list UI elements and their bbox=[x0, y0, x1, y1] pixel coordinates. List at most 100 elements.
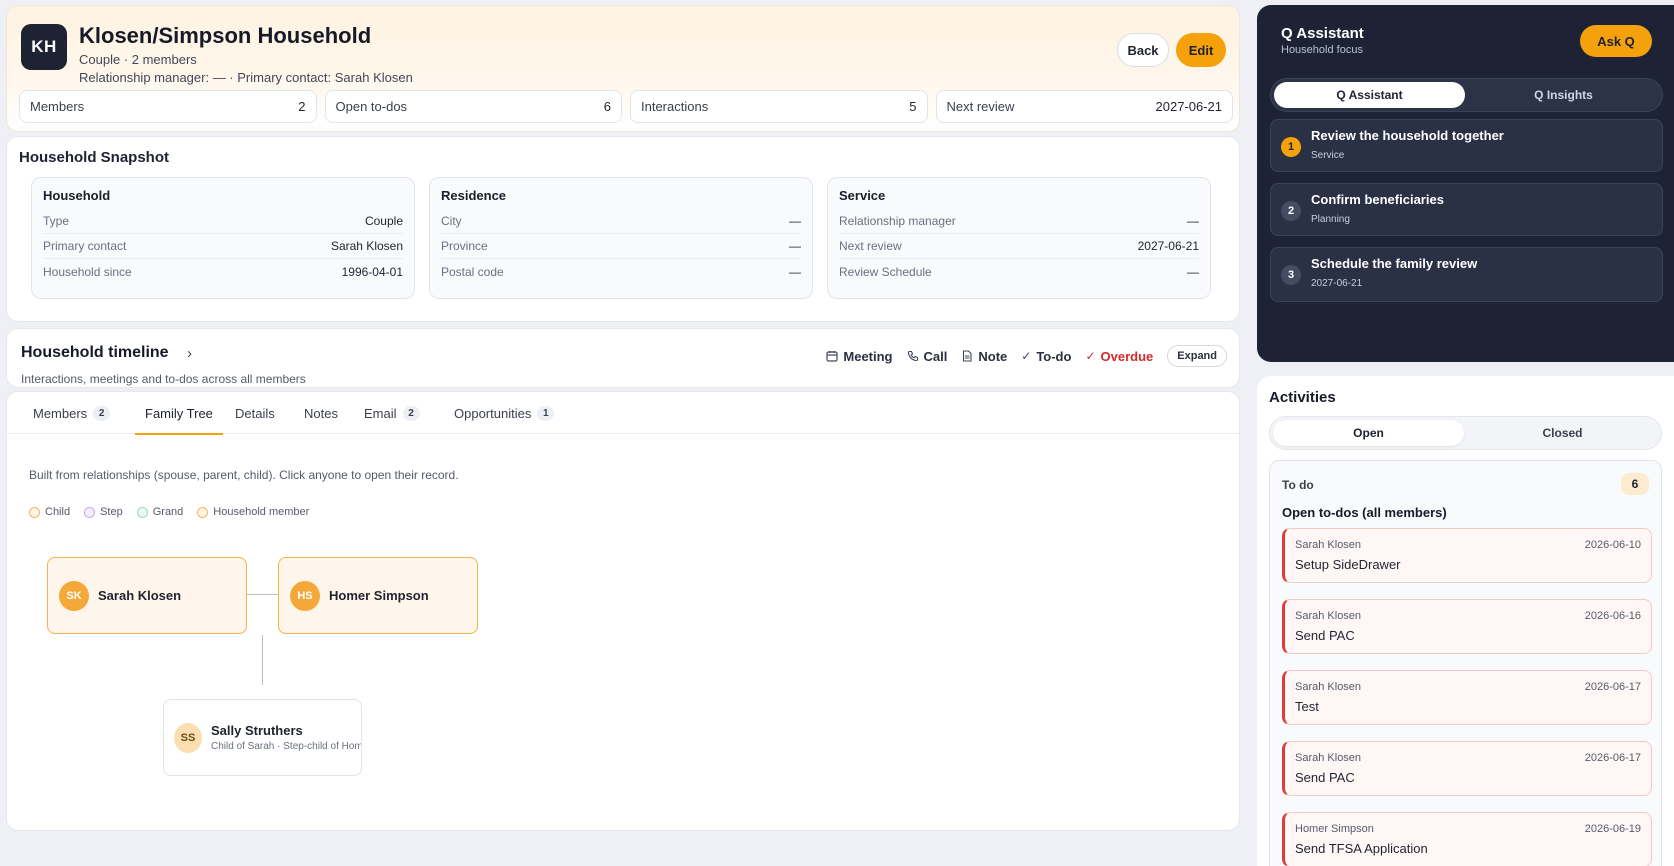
timeline-title[interactable]: Household timeline bbox=[21, 344, 169, 362]
avatar: HS bbox=[290, 580, 320, 611]
snapshot-title: Household Snapshot bbox=[19, 149, 169, 166]
todo-title: Test bbox=[1295, 699, 1319, 714]
kv-value: — bbox=[789, 264, 801, 279]
household-header: KH Klosen/Simpson Household Couple · 2 m… bbox=[6, 5, 1240, 132]
tab-label: Email bbox=[364, 405, 397, 421]
todo-date: 2026-06-17 bbox=[1584, 681, 1641, 693]
todo-owner: Sarah Klosen bbox=[1295, 610, 1362, 622]
legend-swatch bbox=[84, 506, 96, 518]
assistant-suggestion[interactable]: 2 Confirm beneficiaries Planning bbox=[1270, 183, 1663, 236]
spouse-connector bbox=[246, 594, 278, 595]
legend-label: Household member bbox=[213, 506, 310, 518]
chevron-right-icon[interactable]: › bbox=[187, 345, 192, 362]
todo-date: 2026-06-17 bbox=[1584, 752, 1641, 764]
avatar: SS bbox=[174, 722, 202, 753]
child-connector bbox=[262, 635, 263, 685]
tab-label: Opportunities bbox=[454, 405, 532, 421]
ask-q-button[interactable]: Ask Q bbox=[1580, 25, 1652, 57]
household-timeline: Household timeline › Interactions, meeti… bbox=[6, 328, 1240, 388]
todo-title: Send PAC bbox=[1295, 770, 1355, 785]
legend-swatch bbox=[197, 506, 209, 518]
tab-closed[interactable]: Closed bbox=[1467, 420, 1658, 446]
filter-overdue[interactable]: ✓ Overdue bbox=[1085, 349, 1153, 364]
todo-date: 2026-06-19 bbox=[1584, 823, 1641, 835]
legend-label: Step bbox=[100, 506, 123, 518]
tab-q-assistant[interactable]: Q Assistant bbox=[1274, 82, 1465, 108]
tab-notes[interactable]: Notes bbox=[304, 392, 338, 434]
suggestion-category: Service bbox=[1311, 150, 1345, 161]
assistant-suggestion[interactable]: 3 Schedule the family review 2027-06-21 bbox=[1270, 247, 1663, 302]
count-badge: 1 bbox=[537, 405, 555, 421]
stat-value: 2027-06-21 bbox=[1155, 99, 1223, 114]
todo-heading: Open to-dos (all members) bbox=[1282, 505, 1447, 520]
back-button[interactable]: Back bbox=[1117, 33, 1169, 67]
member-name: Sally Struthers bbox=[211, 723, 303, 738]
kv-value: Couple bbox=[364, 214, 403, 228]
kv-row: City — bbox=[441, 209, 801, 234]
todo-date: 2026-06-16 bbox=[1584, 610, 1641, 622]
filter-todo[interactable]: ✓ To-do bbox=[1021, 349, 1071, 364]
tree-node-homer-simpson[interactable]: HS Homer Simpson bbox=[278, 557, 478, 634]
stat-open-todos: Open to-dos 6 bbox=[324, 90, 622, 123]
todo-item[interactable]: Sarah Klosen 2026-06-17 Test bbox=[1282, 670, 1652, 725]
legend-item: Step bbox=[84, 506, 123, 518]
tree-node-sally-struthers[interactable]: SS Sally Struthers Child of Sarah · Step… bbox=[163, 699, 362, 776]
filter-label: To-do bbox=[1036, 348, 1072, 364]
suggestion-title: Schedule the family review bbox=[1311, 256, 1478, 271]
filter-label: Meeting bbox=[843, 348, 893, 364]
kv-value: Sarah Klosen bbox=[330, 239, 403, 253]
tree-node-sarah-klosen[interactable]: SK Sarah Klosen bbox=[47, 557, 247, 634]
tab-label: Family Tree bbox=[145, 405, 213, 421]
activities-title: Activities bbox=[1269, 389, 1336, 406]
phone-icon bbox=[907, 350, 918, 362]
activities-panel: Activities Open Closed To do 6 Open to-d… bbox=[1257, 376, 1674, 866]
timeline-filters: Meeting Call Note ✓ To-do ✓ Overdue Expa… bbox=[826, 345, 1227, 367]
tab-q-insights[interactable]: Q Insights bbox=[1468, 82, 1659, 108]
tab-open[interactable]: Open bbox=[1273, 420, 1464, 446]
kv-key: Primary contact bbox=[43, 239, 127, 253]
todo-owner: Homer Simpson bbox=[1295, 823, 1374, 835]
stat-value: 2 bbox=[298, 99, 306, 114]
todo-item[interactable]: Sarah Klosen 2026-06-16 Send PAC bbox=[1282, 599, 1652, 654]
assistant-suggestion[interactable]: 1 Review the household together Service bbox=[1270, 119, 1663, 172]
main-column: KH Klosen/Simpson Household Couple · 2 m… bbox=[6, 5, 1240, 831]
member-name: Sarah Klosen bbox=[98, 588, 182, 603]
snapshot-card-residence: Residence City — Province — Postal code — bbox=[429, 177, 813, 299]
kv-value: — bbox=[1187, 264, 1199, 279]
filter-label: Note bbox=[978, 348, 1008, 364]
kv-key: Review Schedule bbox=[839, 264, 932, 279]
legend-swatch bbox=[29, 506, 40, 518]
todo-title: Send PAC bbox=[1295, 628, 1355, 643]
tab-details[interactable]: Details bbox=[235, 392, 275, 434]
step-number: 2 bbox=[1281, 201, 1301, 221]
child-details: Sally Struthers Child of Sarah · Step-ch… bbox=[211, 723, 361, 752]
stat-value: 5 bbox=[909, 99, 917, 114]
filter-meeting[interactable]: Meeting bbox=[826, 348, 893, 364]
kv-row: Review Schedule — bbox=[839, 259, 1199, 284]
assistant-subtitle: Household focus bbox=[1281, 44, 1363, 56]
card-title: Residence bbox=[441, 188, 507, 203]
todo-item[interactable]: Sarah Klosen 2026-06-17 Send PAC bbox=[1282, 741, 1652, 796]
calendar-icon bbox=[826, 351, 838, 362]
card-title: Household bbox=[43, 188, 111, 203]
todo-date: 2026-06-10 bbox=[1584, 539, 1641, 551]
stat-next-review: Next review 2027-06-21 bbox=[935, 90, 1233, 123]
kv-value: 1996-04-01 bbox=[341, 264, 403, 279]
legend-item: Household member bbox=[197, 506, 309, 518]
tab-members[interactable]: Members 2 bbox=[33, 392, 111, 434]
todo-item[interactable]: Homer Simpson 2026-06-19 Send TFSA Appli… bbox=[1282, 812, 1652, 866]
tab-family-tree[interactable]: Family Tree bbox=[135, 392, 223, 435]
filter-note[interactable]: Note bbox=[961, 349, 1007, 364]
todo-item[interactable]: Sarah Klosen 2026-06-10 Setup SideDrawer bbox=[1282, 528, 1652, 583]
step-number: 1 bbox=[1281, 137, 1301, 157]
filter-call[interactable]: Call bbox=[907, 349, 947, 364]
tab-opportunities[interactable]: Opportunities 1 bbox=[454, 392, 555, 434]
legend-label: Grand bbox=[152, 506, 184, 518]
family-tree-legend: Child Step Grand Household member bbox=[29, 506, 309, 518]
member-name: Homer Simpson bbox=[329, 588, 429, 603]
expand-button[interactable]: Expand bbox=[1167, 345, 1227, 367]
legend-item: Child bbox=[29, 506, 70, 518]
page-title: Klosen/Simpson Household bbox=[79, 23, 372, 48]
edit-button[interactable]: Edit bbox=[1176, 33, 1226, 67]
tab-email[interactable]: Email 2 bbox=[364, 392, 420, 434]
